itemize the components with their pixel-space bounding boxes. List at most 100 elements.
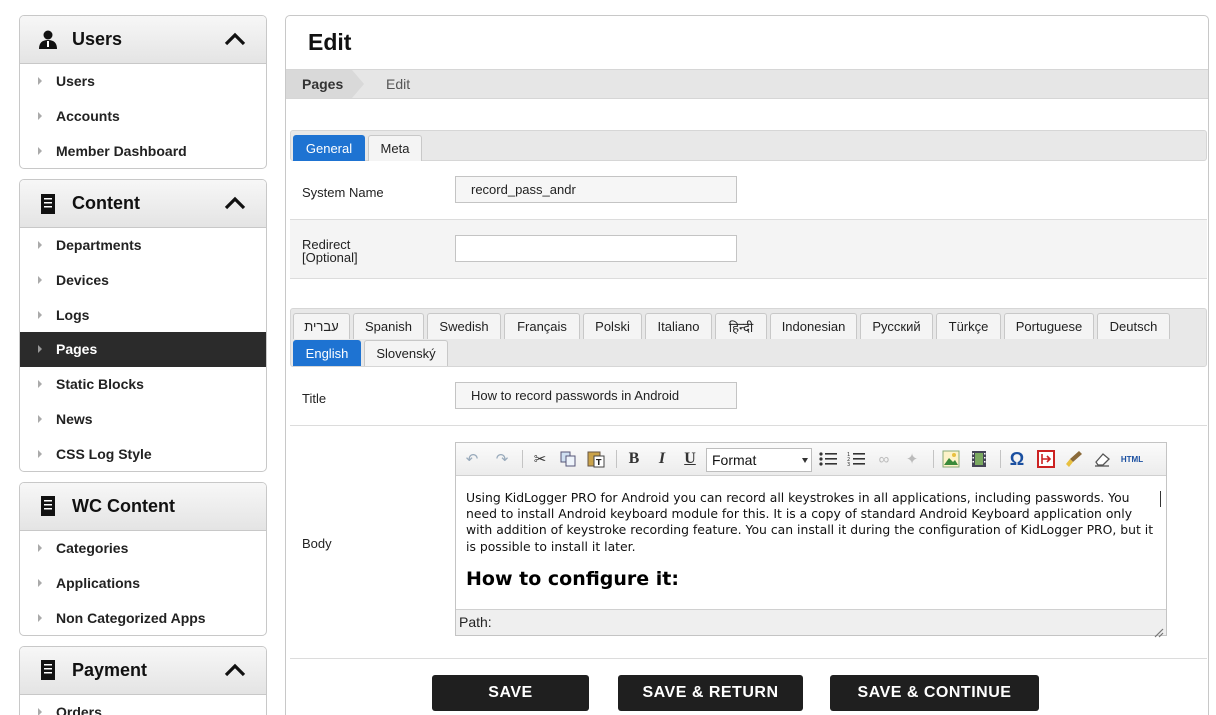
paste-text-icon[interactable]: T: [585, 448, 607, 470]
triangle-right-icon: [38, 449, 42, 458]
system-name-input[interactable]: record_pass_andr: [455, 176, 737, 203]
image-icon[interactable]: [940, 448, 962, 470]
tab-label: Slovenský: [376, 346, 436, 361]
save-and-continue-button[interactable]: SAVE & CONTINUE: [830, 675, 1039, 711]
sidebar-item-logs[interactable]: Logs: [20, 297, 266, 332]
breadcrumb-pages-link[interactable]: Pages: [286, 70, 352, 98]
triangle-right-icon: [38, 77, 42, 86]
numbered-list-icon[interactable]: 123: [845, 448, 867, 470]
triangle-right-icon: [38, 276, 42, 285]
redirect-row: Redirect [Optional]: [290, 220, 1207, 279]
sidebar-item-non-categorized-apps[interactable]: Non Categorized Apps: [20, 600, 266, 635]
italic-icon[interactable]: I: [651, 448, 673, 470]
html-source-icon[interactable]: HTML: [1117, 448, 1147, 470]
chevron-up-icon[interactable]: [224, 194, 246, 212]
cut-icon[interactable]: ✂: [529, 448, 551, 470]
sidebar-item-departments[interactable]: Departments: [20, 228, 266, 263]
eraser-icon[interactable]: [1091, 448, 1113, 470]
sidebar-item-devices[interactable]: Devices: [20, 263, 266, 298]
sidebar-item-static-blocks[interactable]: Static Blocks: [20, 367, 266, 402]
tab-lang-swedish[interactable]: Swedish: [427, 313, 501, 339]
payment-panel-header[interactable]: Payment: [20, 646, 266, 695]
tab-label: Deutsch: [1109, 319, 1158, 334]
sidebar-item-label: Users: [56, 73, 95, 90]
triangle-right-icon: [38, 112, 42, 121]
tab-lang-hebrew[interactable]: עברית: [293, 313, 350, 339]
undo-icon[interactable]: ↶: [461, 448, 483, 470]
tab-meta[interactable]: Meta: [368, 135, 422, 161]
underline-icon[interactable]: U: [679, 448, 701, 470]
tab-lang-hindi[interactable]: हिन्दी: [715, 313, 767, 339]
tab-lang-english[interactable]: English: [293, 340, 361, 366]
triangle-right-icon: [38, 414, 42, 423]
tab-lang-italiano[interactable]: Italiano: [645, 313, 712, 339]
clean-up-icon[interactable]: [1063, 448, 1085, 470]
tab-lang-portuguese[interactable]: Portuguese: [1004, 313, 1094, 339]
page-break-icon[interactable]: [1035, 448, 1057, 470]
tab-lang-russian[interactable]: Русский: [860, 313, 933, 339]
payment-panel: Payment Orders: [19, 645, 267, 715]
wc-content-panel-header[interactable]: WC Content: [20, 482, 266, 531]
sidebar-item-label: Logs: [56, 306, 90, 323]
title-input[interactable]: How to record passwords in Android: [455, 382, 737, 409]
users-panel-header[interactable]: Users: [20, 16, 266, 64]
tab-lang-turkce[interactable]: Türkçe: [936, 313, 1001, 339]
document-icon: [38, 495, 58, 517]
media-icon[interactable]: [968, 448, 990, 470]
tab-label: General: [305, 141, 353, 156]
sidebar-item-orders[interactable]: Orders: [20, 695, 266, 715]
special-character-icon[interactable]: Ω: [1006, 448, 1028, 470]
sidebar-item-news[interactable]: News: [20, 402, 266, 437]
editor-heading[interactable]: How to configure it:: [466, 568, 679, 590]
sidebar-item-css-log-style[interactable]: CSS Log Style: [20, 436, 266, 471]
tab-label: עברית: [304, 319, 339, 334]
sidebar-item-label: Departments: [56, 237, 142, 254]
editor-toolbar: ↶ ↷ ✂ T B I U Format 123 ∞ ✦ Ω HTML: [456, 443, 1166, 476]
copy-icon[interactable]: [557, 448, 579, 470]
sidebar-item-categories[interactable]: Categories: [20, 531, 266, 566]
chevron-up-icon[interactable]: [224, 30, 246, 48]
language-tabs-bar: עברית Spanish Swedish Français Polski It…: [290, 308, 1207, 367]
sidebar-item-member-dashboard[interactable]: Member Dashboard: [20, 133, 266, 168]
tab-lang-indonesian[interactable]: Indonesian: [770, 313, 857, 339]
tab-general[interactable]: General: [293, 135, 365, 161]
format-select[interactable]: Format: [706, 448, 812, 472]
tab-label: Spanish: [365, 319, 412, 334]
triangle-right-icon: [38, 544, 42, 553]
editor-body-text[interactable]: Using KidLogger PRO for Android you can …: [466, 490, 1156, 555]
chevron-up-icon[interactable]: [224, 661, 246, 679]
wc-content-panel: WC Content Categories Applications Non C…: [19, 481, 267, 636]
unlink-icon[interactable]: ✦: [901, 448, 923, 470]
redirect-input[interactable]: [455, 235, 737, 262]
tab-label: Portuguese: [1015, 319, 1083, 334]
link-icon[interactable]: ∞: [873, 448, 895, 470]
tab-lang-spanish[interactable]: Spanish: [353, 313, 424, 339]
sidebar-item-applications[interactable]: Applications: [20, 566, 266, 601]
page-title: Edit: [308, 29, 352, 55]
tab-label: Русский: [872, 319, 921, 334]
redirect-label: Redirect [Optional]: [302, 238, 358, 264]
triangle-right-icon: [38, 708, 42, 715]
sidebar-item-accounts[interactable]: Accounts: [20, 99, 266, 134]
payment-panel-title: Payment: [72, 659, 148, 680]
chevron-down-icon: [802, 458, 808, 463]
bulleted-list-icon[interactable]: [817, 448, 839, 470]
save-button[interactable]: SAVE: [432, 675, 589, 711]
resize-grip-icon[interactable]: [1152, 621, 1164, 638]
system-name-row: System Name record_pass_andr: [290, 161, 1207, 220]
tab-lang-polski[interactable]: Polski: [583, 313, 642, 339]
sidebar-item-pages[interactable]: Pages: [20, 332, 266, 367]
content-panel-header[interactable]: Content: [20, 180, 266, 229]
tab-lang-deutsch[interactable]: Deutsch: [1097, 313, 1170, 339]
triangle-right-icon: [38, 380, 42, 389]
text-cursor: [1160, 491, 1161, 507]
redo-icon[interactable]: ↷: [491, 448, 513, 470]
bold-icon[interactable]: B: [623, 448, 645, 470]
sidebar-item-users[interactable]: Users: [20, 64, 266, 99]
tab-lang-francais[interactable]: Français: [504, 313, 580, 339]
breadcrumb-current: Edit: [386, 76, 411, 92]
users-panel-title: Users: [72, 29, 123, 49]
save-and-return-button[interactable]: SAVE & RETURN: [618, 675, 803, 711]
tab-lang-slovensky[interactable]: Slovenský: [364, 340, 448, 366]
sidebar-item-label: Static Blocks: [56, 376, 144, 393]
